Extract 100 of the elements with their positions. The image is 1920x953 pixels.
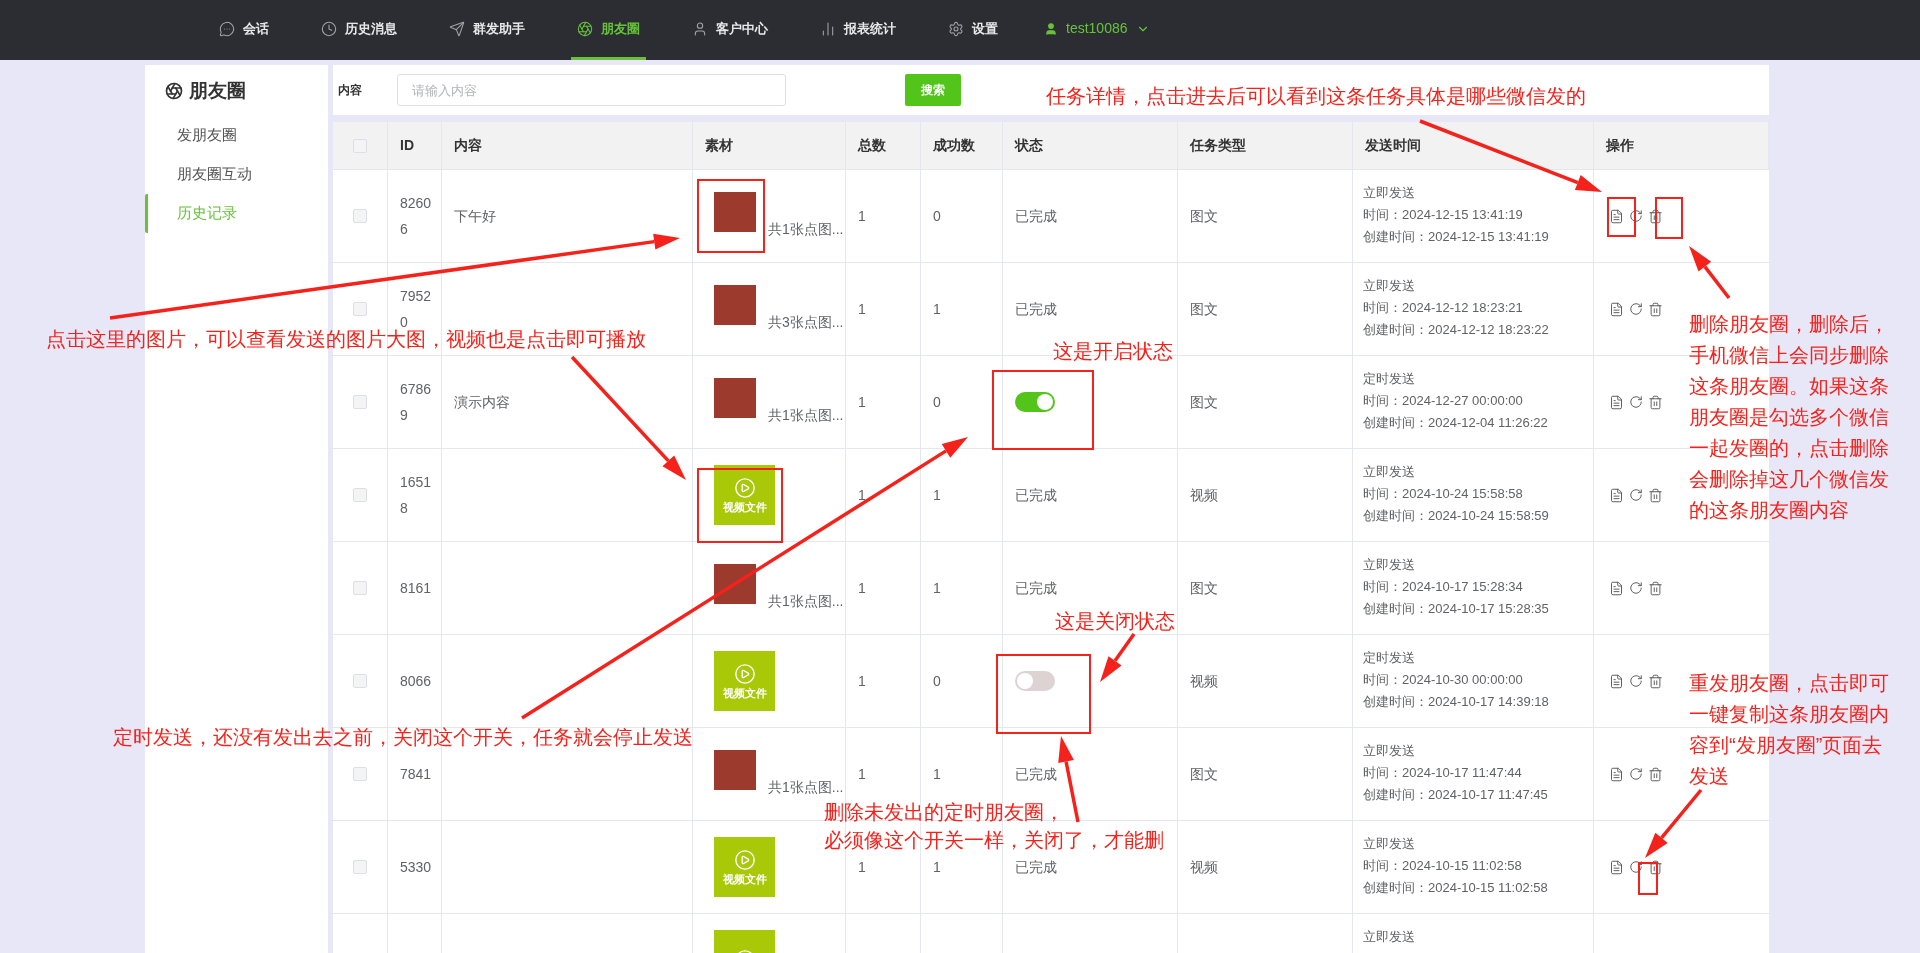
status-text: 已完成	[1015, 299, 1057, 319]
type-cell-text: 图文	[1190, 578, 1218, 598]
nav-tab[interactable]: 客户中心	[686, 0, 774, 60]
total-cell-text: 1	[858, 578, 866, 598]
delete-icon[interactable]	[1648, 208, 1663, 224]
checkbox[interactable]	[353, 674, 367, 688]
settings-icon	[948, 20, 964, 37]
checkbox[interactable]	[353, 581, 367, 595]
created-time: 创建时间：2024-10-17 15:28:35	[1363, 600, 1550, 618]
nav-tab[interactable]: 报表统计	[814, 0, 902, 60]
material-caption: 共1张点图...	[768, 592, 844, 611]
created-time: 创建时间：2024-10-24 15:58:59	[1363, 507, 1550, 525]
id-cell-text: 8066	[400, 672, 432, 691]
person-icon	[692, 20, 708, 37]
nav-tab[interactable]: 朋友圈	[571, 0, 646, 60]
person-icon	[1044, 21, 1058, 36]
success-cell-text: 1	[933, 764, 941, 784]
aperture-icon	[577, 20, 593, 37]
success-cell-text: 1	[933, 485, 941, 505]
document-icon[interactable]	[1609, 487, 1624, 503]
send-mode: 定时发送	[1363, 370, 1416, 388]
status-text: 已完成	[1015, 578, 1057, 598]
checkbox[interactable]	[353, 488, 367, 502]
checkbox[interactable]	[353, 767, 367, 781]
id-cell-text: 16518	[400, 473, 433, 518]
document-icon[interactable]	[1609, 673, 1624, 689]
annotation-text: 定时发送，还没有发出去之前，关闭这个开关，任务就会停止发送	[113, 725, 693, 750]
bar-chart-icon	[820, 20, 836, 37]
id-cell-text: 8161	[400, 579, 432, 598]
type-cell-text: 图文	[1190, 299, 1218, 319]
clock-icon	[321, 20, 337, 37]
send-time: 时间：2024-12-12 18:23:21	[1363, 299, 1524, 317]
refresh-icon[interactable]	[1629, 767, 1643, 781]
delete-icon[interactable]	[1648, 766, 1663, 782]
play-icon	[733, 663, 756, 685]
video-label: 视频文件	[722, 874, 767, 885]
highlight-frame	[1638, 862, 1658, 895]
content-cell-text: 下午好	[454, 206, 496, 226]
material-caption: 共1张点图...	[768, 778, 844, 797]
total-cell-text: 1	[858, 671, 866, 691]
delete-icon[interactable]	[1648, 394, 1663, 410]
user-menu[interactable]: test10086	[1044, 0, 1150, 60]
nav-tab[interactable]: 会话	[213, 0, 275, 60]
annotation-text: 重发朋友圈，点击即可一键复制这条朋友圈内容到“发朋友圈”页面去发送	[1689, 671, 1890, 789]
delete-icon[interactable]	[1648, 487, 1663, 503]
aperture-icon	[165, 82, 183, 101]
annotation-text: 这是关闭状态	[1055, 609, 1175, 634]
status-text: 已完成	[1015, 764, 1057, 784]
send-time: 时间：2024-12-27 00:00:00	[1363, 392, 1524, 410]
type-cell-text: 视频	[1190, 857, 1218, 877]
document-icon[interactable]	[1609, 580, 1624, 596]
created-time: 创建时间：2024-12-04 11:26:22	[1363, 414, 1549, 432]
delete-icon[interactable]	[1648, 673, 1663, 689]
nav-tab[interactable]: 历史消息	[315, 0, 403, 60]
refresh-icon[interactable]	[1629, 302, 1643, 316]
document-icon[interactable]	[1609, 394, 1624, 410]
total-cell-text: 1	[858, 764, 866, 784]
send-time: 时间：2024-10-17 15:28:34	[1363, 578, 1524, 596]
refresh-icon[interactable]	[1629, 860, 1643, 874]
refresh-icon[interactable]	[1629, 674, 1643, 688]
toggle-switch[interactable]	[1015, 671, 1055, 691]
sidebar-item[interactable]: 发朋友圈	[145, 115, 328, 155]
document-icon[interactable]	[1609, 766, 1624, 782]
success-cell-text: 1	[933, 857, 941, 877]
play-icon	[733, 477, 756, 499]
checkbox[interactable]	[353, 209, 367, 223]
checkbox[interactable]	[353, 860, 367, 874]
nav-tab[interactable]: 群发助手	[443, 0, 531, 60]
search-label: 内容	[338, 82, 363, 99]
checkbox[interactable]	[353, 302, 367, 316]
search-field[interactable]: 请输入内容	[397, 74, 786, 106]
sidebar-item[interactable]: 朋友圈互动	[145, 154, 328, 194]
refresh-icon[interactable]	[1629, 581, 1643, 595]
document-icon[interactable]	[1609, 208, 1624, 224]
content-cell-text: 演示内容	[454, 392, 510, 412]
nav-tab[interactable]: 设置	[942, 0, 1004, 60]
document-icon[interactable]	[1609, 859, 1624, 875]
type-cell-text: 图文	[1190, 206, 1218, 226]
delete-icon[interactable]	[1648, 580, 1663, 596]
column-header: 成功数	[933, 136, 975, 155]
refresh-icon[interactable]	[1629, 488, 1643, 502]
delete-icon[interactable]	[1648, 301, 1663, 317]
refresh-icon[interactable]	[1629, 395, 1643, 409]
send-mode: 立即发送	[1363, 928, 1416, 946]
refresh-icon[interactable]	[1629, 209, 1643, 223]
material-caption: 共3张点图...	[768, 313, 844, 332]
annotation-text: 删除朋友圈，删除后，手机微信上会同步删除这条朋友圈。如果这条朋友圈是勾选多个微信一起发圈的，点击删除会删除掉这几个微信发的这条朋友圈内容	[1689, 312, 1890, 523]
id-cell-text: 7841	[400, 765, 432, 784]
send-time: 时间：2024-10-15 11:02:58	[1363, 857, 1523, 875]
checkbox[interactable]	[353, 395, 367, 409]
video-label: 视频文件	[722, 688, 767, 699]
created-time: 创建时间：2024-10-15 11:02:58	[1363, 879, 1549, 897]
document-icon[interactable]	[1609, 301, 1624, 317]
checkbox[interactable]	[353, 138, 367, 153]
total-cell-text: 1	[858, 299, 866, 319]
send-time: 时间：2024-10-17 11:47:44	[1363, 764, 1523, 782]
annotation-text: 必须像这个开关一样，关闭了，才能删	[824, 828, 1164, 853]
delete-icon[interactable]	[1648, 859, 1663, 875]
annotation-arrow	[1100, 633, 1136, 682]
toggle-switch[interactable]	[1015, 392, 1055, 412]
